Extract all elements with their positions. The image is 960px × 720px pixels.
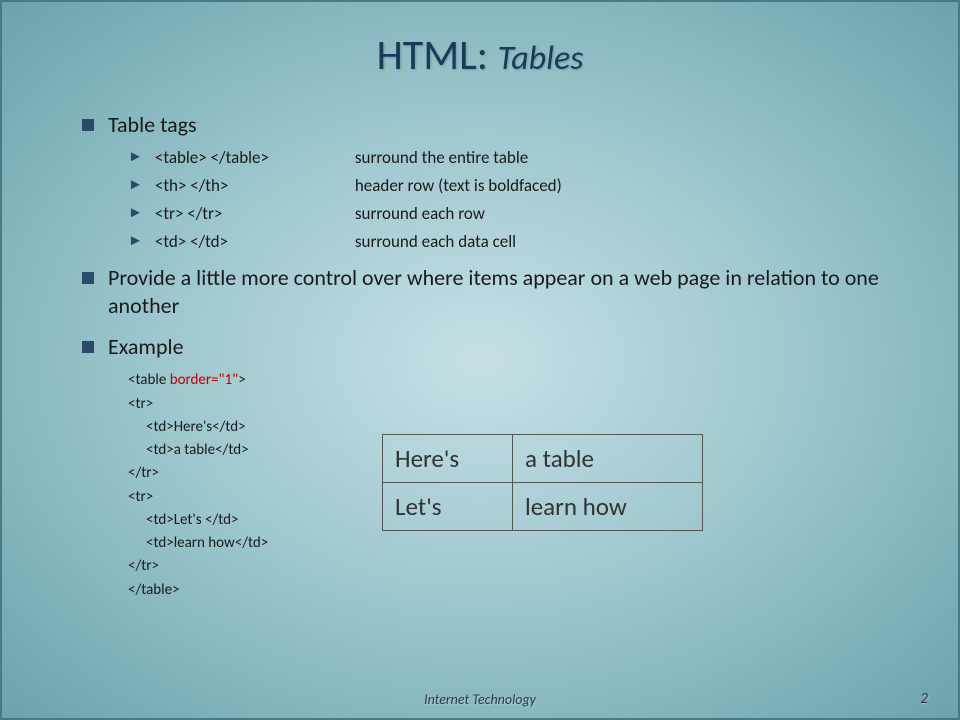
- title-main: HTML:: [377, 30, 488, 81]
- bullet-example: Example: [82, 333, 898, 362]
- table-row: Let's learn how: [383, 483, 703, 531]
- square-bullet-icon: [82, 272, 94, 284]
- rendered-table: Here's a table Let's learn how: [382, 434, 703, 531]
- bullet-table-tags: Table tags: [82, 111, 898, 140]
- arrow-bullet-icon: ►: [128, 232, 143, 250]
- table-cell: learn how: [513, 483, 703, 531]
- table-cell: Here's: [383, 435, 513, 483]
- tag-list: ► <table> </table> surround the entire t…: [128, 147, 898, 252]
- square-bullet-icon: [82, 341, 94, 353]
- arrow-bullet-icon: ►: [128, 176, 143, 194]
- slide-title: HTML: Tables: [2, 2, 958, 81]
- tag-item: ► <th> </th> header row (text is boldfac…: [128, 175, 898, 196]
- arrow-bullet-icon: ►: [128, 148, 143, 166]
- bullet-control: Provide a little more control over where…: [82, 264, 898, 321]
- footer-text: Internet Technology: [2, 691, 958, 708]
- square-bullet-icon: [82, 119, 94, 131]
- table-cell: Let's: [383, 483, 513, 531]
- table-cell: a table: [513, 435, 703, 483]
- table-row: Here's a table: [383, 435, 703, 483]
- tag-item: ► <td> </td> surround each data cell: [128, 231, 898, 252]
- arrow-bullet-icon: ►: [128, 204, 143, 222]
- title-sub: Tables: [498, 38, 584, 79]
- tag-item: ► <table> </table> surround the entire t…: [128, 147, 898, 168]
- tag-item: ► <tr> </tr> surround each row: [128, 203, 898, 224]
- page-number: 2: [920, 690, 928, 708]
